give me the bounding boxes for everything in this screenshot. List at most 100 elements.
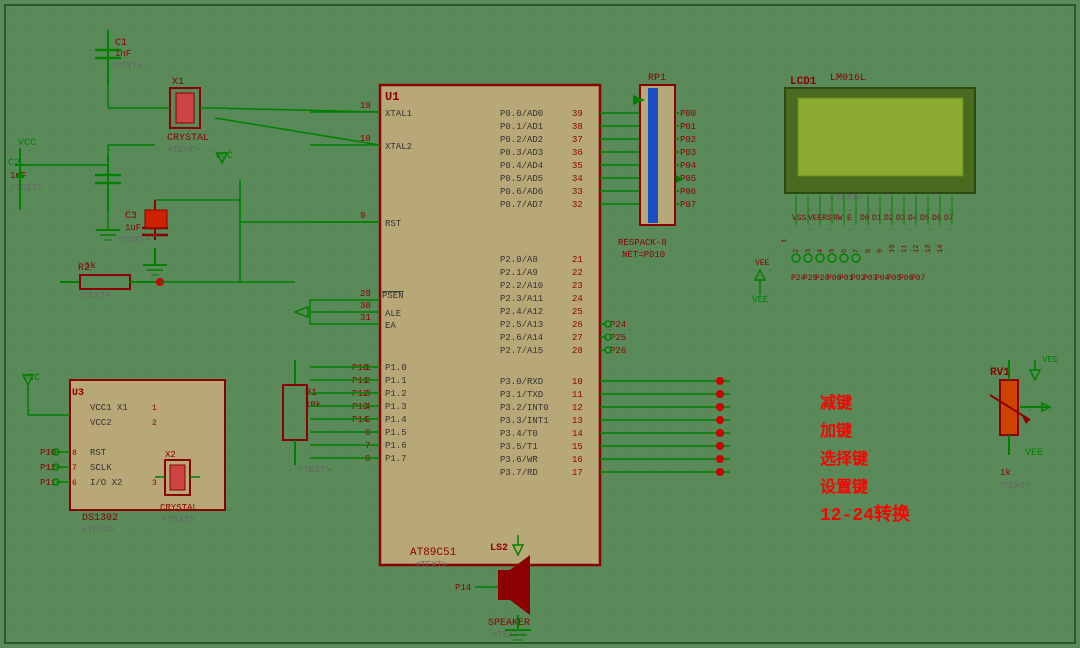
svg-text:I/O X2: I/O X2 xyxy=(90,478,122,488)
svg-text:15: 15 xyxy=(572,442,583,452)
svg-text:32: 32 xyxy=(572,200,583,210)
svg-text:ALE: ALE xyxy=(385,309,401,319)
svg-text:8: 8 xyxy=(365,454,370,464)
svg-text:C3: C3 xyxy=(125,211,137,222)
svg-text:36: 36 xyxy=(572,148,583,158)
svg-text:C2: C2 xyxy=(8,158,20,169)
svg-text:17: 17 xyxy=(572,468,583,478)
label-set-key: 设置键 xyxy=(820,474,910,502)
svg-text:P01: P01 xyxy=(680,122,696,132)
svg-text:6: 6 xyxy=(841,249,849,253)
label-1224-convert: 12-24转换 xyxy=(820,502,910,530)
label-select-key: 选择键 xyxy=(820,446,910,474)
svg-text:7: 7 xyxy=(853,249,861,253)
svg-text:AT89C51: AT89C51 xyxy=(410,547,457,559)
svg-text:6: 6 xyxy=(365,428,370,438)
svg-text:25: 25 xyxy=(572,307,583,317)
svg-text:P3.4/T0: P3.4/T0 xyxy=(500,429,538,439)
svg-text:LCD1: LCD1 xyxy=(790,76,817,88)
svg-text:12: 12 xyxy=(572,403,583,413)
svg-text:P2.0/A8: P2.0/A8 xyxy=(500,255,538,265)
svg-text:RS: RS xyxy=(822,214,832,223)
svg-text:P0.1/AD1: P0.1/AD1 xyxy=(500,122,543,132)
svg-text:P3.3/INT1: P3.3/INT1 xyxy=(500,416,549,426)
svg-text:P2.4/A12: P2.4/A12 xyxy=(500,307,543,317)
svg-text:VSS: VSS xyxy=(792,214,807,223)
svg-text:9: 9 xyxy=(877,249,885,253)
svg-text:16: 16 xyxy=(572,455,583,465)
svg-text:7: 7 xyxy=(72,464,77,473)
svg-text:P3.0/RXD: P3.0/RXD xyxy=(500,377,543,387)
svg-text:19: 19 xyxy=(360,101,371,111)
svg-text:10: 10 xyxy=(889,245,897,253)
svg-text:P00: P00 xyxy=(680,109,696,119)
svg-text:RST: RST xyxy=(90,448,107,458)
svg-text:XTAL1: XTAL1 xyxy=(385,109,412,119)
svg-text:22: 22 xyxy=(572,268,583,278)
svg-text:P1.7: P1.7 xyxy=(385,454,407,464)
svg-text:EA: EA xyxy=(385,321,396,331)
svg-text:21: 21 xyxy=(572,255,583,265)
svg-text:30: 30 xyxy=(360,301,371,311)
svg-text:10k: 10k xyxy=(305,400,321,410)
svg-text:U1: U1 xyxy=(385,90,399,104)
svg-text:P2.1/A9: P2.1/A9 xyxy=(500,268,538,278)
svg-text:SPEAKER: SPEAKER xyxy=(488,618,530,629)
svg-text:P0.2/AD2: P0.2/AD2 xyxy=(500,135,543,145)
svg-text:14: 14 xyxy=(572,429,583,439)
svg-text:1: 1 xyxy=(365,363,370,373)
svg-text:P1.6: P1.6 xyxy=(385,441,407,451)
svg-text:VCC: VCC xyxy=(18,138,36,149)
svg-text:P07: P07 xyxy=(911,274,926,283)
svg-text:VCC1 X1: VCC1 X1 xyxy=(90,403,128,413)
svg-text:14: 14 xyxy=(937,245,945,253)
svg-text:P3.7/RD: P3.7/RD xyxy=(500,468,538,478)
function-labels: 减键 加键 选择键 设置键 12-24转换 xyxy=(820,390,910,530)
svg-text:31: 31 xyxy=(360,313,371,323)
svg-text:<TEXT>: <TEXT> xyxy=(998,481,1030,491)
svg-text:38: 38 xyxy=(572,122,583,132)
svg-text:VCC2: VCC2 xyxy=(90,418,112,428)
svg-text:<TEXT>: <TEXT> xyxy=(830,193,862,203)
svg-text:9: 9 xyxy=(360,211,365,221)
svg-text:<TEXT>: <TEXT> xyxy=(415,560,447,570)
svg-text:2: 2 xyxy=(152,419,157,428)
svg-text:1k: 1k xyxy=(85,261,96,271)
svg-text:2: 2 xyxy=(365,376,370,386)
svg-text:P1.0: P1.0 xyxy=(385,363,407,373)
svg-text:VEE: VEE xyxy=(1025,448,1043,459)
svg-text:U3: U3 xyxy=(72,388,84,399)
svg-text:NET=P010: NET=P010 xyxy=(622,250,665,260)
svg-text:37: 37 xyxy=(572,135,583,145)
svg-text:P3.6/WR: P3.6/WR xyxy=(500,455,538,465)
svg-text:3: 3 xyxy=(152,479,157,488)
svg-text:<TEXT>: <TEXT> xyxy=(78,291,110,301)
label-minus-key: 减键 xyxy=(820,390,910,418)
svg-text:RV1: RV1 xyxy=(990,367,1010,379)
svg-text:P2.6/A14: P2.6/A14 xyxy=(500,333,543,343)
circuit-svg: C1 1nF <TEXT> C2 1nF <TEXT> C3 1uF <TEXT… xyxy=(0,0,1080,648)
svg-text:39: 39 xyxy=(572,109,583,119)
svg-text:LS2: LS2 xyxy=(490,543,508,554)
svg-text:P2.5/A13: P2.5/A13 xyxy=(500,320,543,330)
svg-text:35: 35 xyxy=(572,161,583,171)
svg-text:P1.5: P1.5 xyxy=(385,428,407,438)
svg-text:1nF: 1nF xyxy=(115,49,131,59)
svg-text:13: 13 xyxy=(572,416,583,426)
svg-text:X2: X2 xyxy=(165,450,176,460)
svg-text:13: 13 xyxy=(925,245,933,253)
svg-text:P14: P14 xyxy=(455,583,471,593)
svg-text:11: 11 xyxy=(572,390,583,400)
svg-text:CRYSTAL: CRYSTAL xyxy=(167,133,209,144)
svg-text:X1: X1 xyxy=(172,77,184,88)
svg-text:RW: RW xyxy=(833,214,843,223)
svg-text:24: 24 xyxy=(572,294,583,304)
svg-text:VEE: VEE xyxy=(755,259,770,268)
svg-text:P25: P25 xyxy=(610,333,626,343)
svg-text:P04: P04 xyxy=(680,161,696,171)
svg-text:1uF: 1uF xyxy=(125,223,141,233)
svg-text:VEE: VEE xyxy=(752,295,768,305)
svg-text:P03: P03 xyxy=(680,148,696,158)
svg-text:P0.0/AD0: P0.0/AD0 xyxy=(500,109,543,119)
svg-text:P1.2: P1.2 xyxy=(385,389,407,399)
